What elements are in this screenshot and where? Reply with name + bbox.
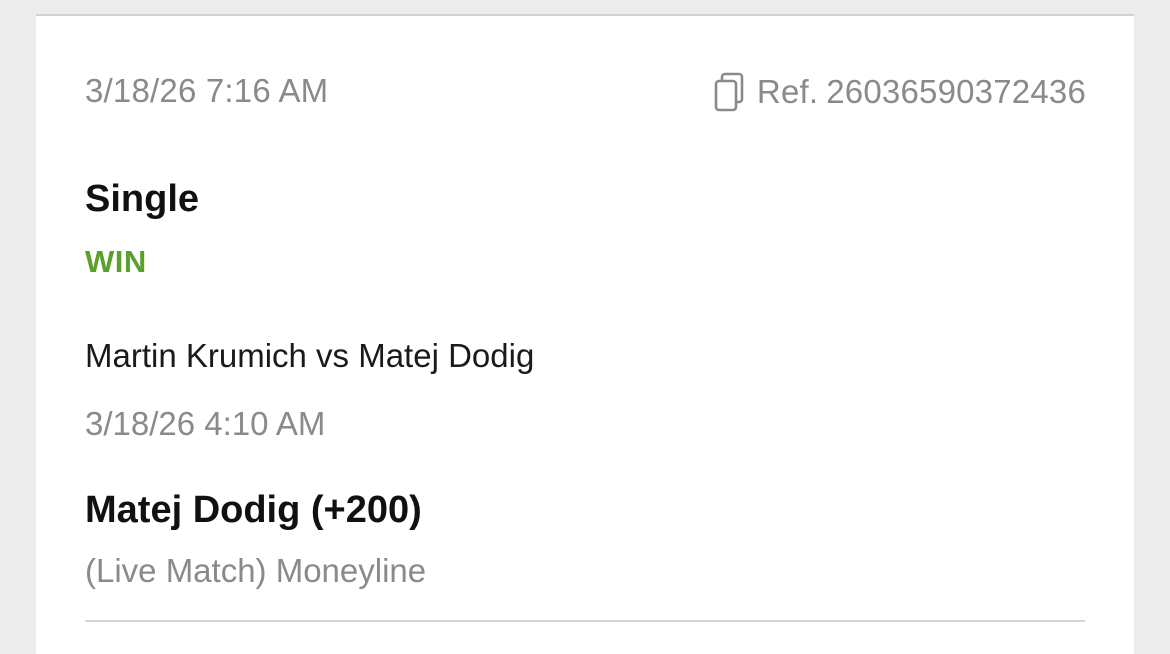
selection-with-odds: Matej Dodig (+200) (85, 489, 422, 531)
divider (85, 620, 1085, 622)
status-badge: WIN (85, 244, 147, 279)
event-name: Martin Krumich vs Matej Dodig (85, 337, 535, 374)
copy-icon[interactable] (713, 72, 745, 112)
ref-number: 26036590372436 (826, 73, 1086, 110)
reference-number[interactable]: Ref. 26036590372436 (713, 72, 1086, 112)
bet-type: Single (85, 178, 200, 220)
placed-datetime: 3/18/26 7:16 AM (85, 72, 329, 109)
event-datetime: 3/18/26 4:10 AM (85, 405, 326, 442)
bet-card: 3/18/26 7:16 AM Ref. 26036590372436 Sing… (36, 14, 1134, 654)
market-name: (Live Match) Moneyline (85, 552, 427, 589)
ref-label: Ref. (756, 73, 819, 110)
